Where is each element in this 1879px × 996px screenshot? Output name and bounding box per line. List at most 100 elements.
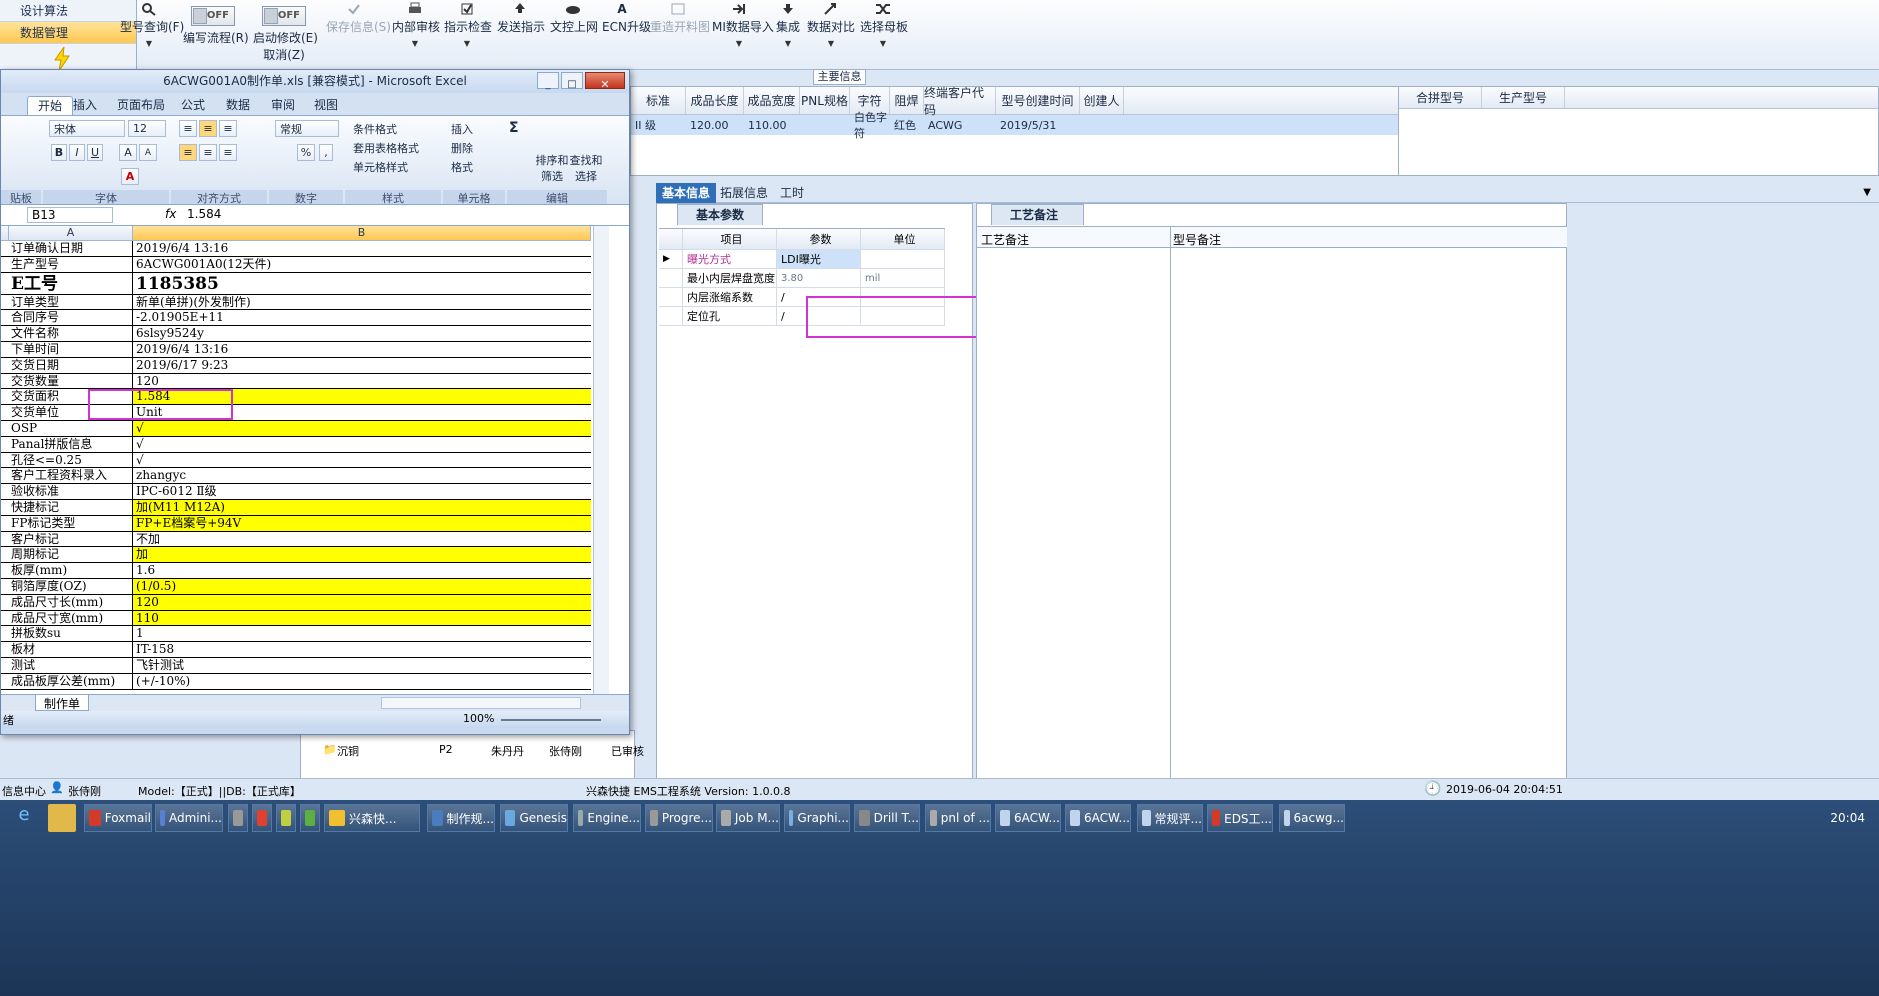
conditional-format-button[interactable]: 条件格式 (353, 121, 397, 137)
taskbar-item[interactable]: 6acwg... (1279, 804, 1345, 832)
cell-b[interactable]: 不加 (133, 532, 591, 547)
cell-b[interactable]: √ (133, 421, 591, 436)
sheet-row[interactable]: 成品尺寸长(mm) 120 (1, 594, 591, 611)
underline-button[interactable]: U (87, 144, 103, 161)
cell-b[interactable]: 110 (133, 610, 591, 626)
col-header[interactable]: 生产型号 (1482, 87, 1565, 108)
taskbar-item[interactable] (300, 804, 320, 832)
select-motherboard-button[interactable]: 选择母板 ▼ (860, 2, 908, 48)
tab-formulas[interactable]: 公式 (171, 96, 215, 115)
sheet-row[interactable]: 交货日期 2019/6/17 9:23 (1, 357, 591, 374)
close-icon[interactable]: ✕ (585, 72, 625, 91)
col-header[interactable]: 创建人 (1080, 87, 1124, 114)
mi-import-button[interactable]: MI数据导入 ▼ (712, 2, 774, 48)
cell-b[interactable]: 1 (133, 626, 591, 641)
tree-row[interactable]: 📁 沉铜 P2 朱丹丹 张侍刚 已审核 (323, 743, 651, 759)
cell-b[interactable]: √ (133, 453, 591, 468)
find-select-button[interactable]: 查找和选择 (569, 152, 603, 184)
cell-a[interactable]: 客户标记 (9, 531, 133, 547)
toggle-switch[interactable]: OFF (191, 6, 235, 26)
taskbar-item[interactable]: Progre... (645, 804, 713, 832)
taskbar-item[interactable]: 6ACW... (1065, 804, 1131, 832)
cell-b[interactable]: 1.6 (133, 563, 591, 578)
search-model-button[interactable]: 型号查询(F) ▼ (120, 2, 184, 48)
tab-basic-params[interactable]: 基本参数 (677, 204, 764, 225)
cell-a[interactable]: 成品尺寸长(mm) (9, 594, 133, 610)
sheet-row[interactable]: 孔径<=0.25 √ (1, 452, 591, 469)
save-info-button[interactable]: 保存信息(S) (326, 2, 391, 35)
cell-b[interactable]: 加 (133, 547, 591, 563)
tab-page-layout[interactable]: 页面布局 (107, 96, 175, 115)
cell-b[interactable]: 2019/6/4 13:16 (133, 241, 591, 256)
worksheet[interactable]: A B 订单确认日期 2019/6/4 13:16 生产型号 6ACWG001A0(1… (1, 226, 629, 694)
rebuild-cutting-button[interactable]: 重造开料图 (650, 2, 710, 35)
taskbar-item[interactable]: Job M... (716, 804, 780, 832)
align-right-button[interactable]: ≡ (219, 144, 237, 161)
taskbar-item[interactable]: Foxmail (84, 804, 152, 832)
merge-model-grid[interactable]: 合拼型号 生产型号 (1398, 86, 1879, 176)
cell-b[interactable]: 1185385 (133, 273, 591, 294)
align-bottom-button[interactable]: ≡ (219, 120, 237, 137)
percent-button[interactable]: % (297, 144, 315, 161)
align-top-button[interactable]: ≡ (179, 120, 197, 137)
internal-review-button[interactable]: 内部审核 ▼ (392, 2, 440, 48)
cell-b[interactable]: IT-158 (133, 642, 591, 657)
nav-item-design-algo[interactable]: 设计算法 (0, 0, 136, 22)
col-header[interactable]: 单位 (861, 229, 945, 249)
cell-a[interactable]: 交货日期 (9, 357, 133, 373)
col-header[interactable]: 成品长度 (686, 87, 744, 114)
write-flow-toggle[interactable]: OFF 编写流程(R) (183, 2, 249, 46)
zoom-slider[interactable] (501, 719, 601, 721)
sheet-row[interactable]: 订单确认日期 2019/6/4 13:16 (1, 241, 591, 257)
info-center-label[interactable]: 信息中心 (2, 783, 46, 799)
cell-a[interactable]: 孔径<=0.25 (9, 452, 133, 468)
table-format-button[interactable]: 套用表格格式 (353, 140, 419, 156)
italic-button[interactable]: I (69, 144, 85, 161)
cell-b[interactable]: 6slsy9524y (133, 326, 591, 341)
cell-a[interactable]: FP标记类型 (9, 515, 133, 531)
cell-a[interactable]: 铜箔厚度(OZ) (9, 579, 133, 594)
doc-control-online-button[interactable]: 文控上网 (550, 2, 598, 35)
cell-b[interactable]: 飞针测试 (133, 658, 591, 673)
table-row[interactable]: ▶ 曝光方式 LDI曝光 (659, 250, 945, 269)
sheet-row[interactable]: E工号 1185385 (1, 272, 591, 295)
cell-a[interactable]: OSP (9, 421, 133, 436)
sheet-row[interactable]: 拼板数su 1 (1, 626, 591, 643)
model-note-input[interactable] (1172, 249, 1564, 777)
param-value[interactable]: LDI曝光 (777, 250, 861, 268)
cell-b[interactable]: 6ACWG001A0(12天件) (133, 257, 591, 272)
cell-a[interactable]: 拼板数su (9, 626, 133, 642)
number-format-select[interactable]: 常规 (275, 120, 339, 137)
cell-b[interactable]: 120 (133, 594, 591, 610)
tab-view[interactable]: 视图 (304, 96, 348, 115)
align-middle-button[interactable]: ≡ (199, 120, 217, 137)
col-header[interactable]: 阻焊 (890, 87, 924, 114)
taskbar-item[interactable] (228, 804, 248, 832)
cell-a[interactable]: 成品板厚公差(mm) (9, 673, 133, 689)
sheet-row[interactable]: FP标记类型 FP+E档案号+94V (1, 515, 591, 532)
taskbar-item[interactable]: Graphi... (784, 804, 850, 832)
sheet-row[interactable]: 订单类型 新单(单拼)(外发制作) (1, 294, 591, 311)
align-center-button[interactable]: ≡ (199, 144, 217, 161)
col-header[interactable]: 项目 (683, 229, 777, 249)
main-info-grid[interactable]: 标准 成品长度 成品宽度 PNL规格 字符 阻焊 终端客户代码 型号创建时间 创… (630, 86, 1399, 176)
sheet-row[interactable]: Panal拼版信息 √ (1, 436, 591, 453)
delete-cells-button[interactable]: 删除 (451, 140, 473, 156)
send-instructions-button[interactable]: 发送指示 (497, 2, 545, 35)
sort-filter-button[interactable]: 排序和筛选 (535, 152, 569, 184)
cell-a[interactable]: 客户工程资料录入 (9, 468, 133, 484)
name-box[interactable]: B13 (27, 207, 113, 223)
cell-b[interactable]: -2.01905E+11 (133, 310, 591, 325)
cell-b[interactable]: IPC-6012 Ⅱ级 (133, 484, 591, 499)
column-header-b[interactable]: B (133, 226, 591, 241)
cell-b[interactable]: 2019/6/17 9:23 (133, 358, 591, 373)
font-name-select[interactable]: 宋体 (49, 120, 125, 137)
font-color-button[interactable]: A (121, 168, 139, 185)
cell-b[interactable]: (1/0.5) (133, 579, 591, 594)
tab-process-notes[interactable]: 工艺备注 (991, 204, 1084, 225)
shrink-font-button[interactable]: A (139, 144, 157, 161)
folder-icon[interactable] (48, 804, 76, 832)
cell-a[interactable]: 订单类型 (9, 294, 133, 310)
cell-a[interactable]: 文件名称 (9, 326, 133, 341)
col-header[interactable]: 合拼型号 (1399, 87, 1482, 108)
